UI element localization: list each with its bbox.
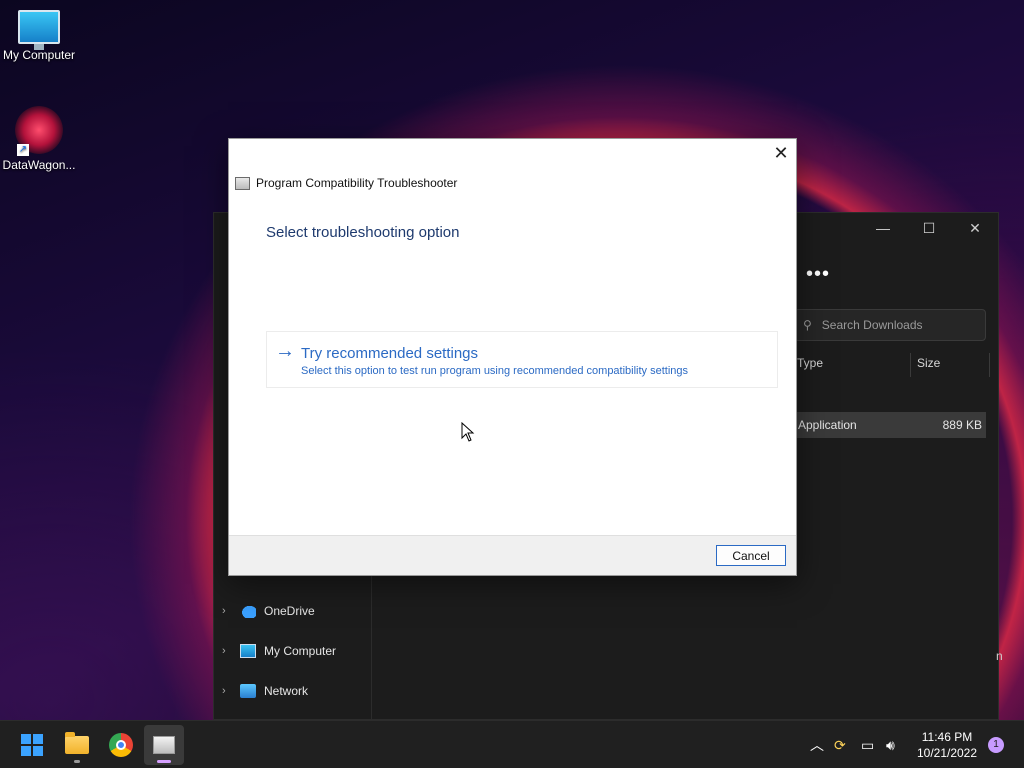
troubleshooter-dialog: ✕ Program Compatibility Troubleshooter S… <box>228 138 797 576</box>
desktop-icon-my-computer[interactable]: My Computer <box>0 10 78 62</box>
dialog-footer: Cancel <box>229 535 796 575</box>
desktop-icon-datawagon[interactable]: ↗ DataWagon... <box>0 106 78 172</box>
clock-time: 11:46 PM <box>921 730 973 744</box>
file-row[interactable]: Application 889 KB <box>792 412 986 438</box>
monitor-icon <box>18 10 60 50</box>
close-button[interactable]: ✕ <box>952 213 998 243</box>
chevron-right-icon[interactable]: › <box>222 605 232 617</box>
file-type: Application <box>798 418 857 432</box>
troubleshooter-icon <box>153 736 175 754</box>
nav-item-label: My Computer <box>264 644 337 658</box>
start-button[interactable] <box>12 725 52 765</box>
more-options-button[interactable]: ••• <box>806 263 830 286</box>
volume-tray[interactable]: 🔊︎ <box>886 721 895 768</box>
column-divider[interactable] <box>910 353 911 377</box>
network-icon <box>240 684 256 698</box>
running-indicator <box>74 760 80 763</box>
nav-item-label: OneDrive <box>264 604 315 618</box>
maximize-button[interactable]: ☐ <box>906 213 952 243</box>
minimize-button[interactable]: — <box>860 213 906 243</box>
troubleshooter-icon <box>235 176 250 190</box>
datawagon-icon: ↗ <box>15 106 63 156</box>
column-header-size[interactable]: Size <box>917 356 940 370</box>
chevron-right-icon[interactable]: › <box>222 685 232 697</box>
nav-item-onedrive[interactable]: › OneDrive <box>222 601 315 621</box>
nav-item-label: Network <box>264 684 309 698</box>
monitor-icon <box>240 644 256 658</box>
navigation-pane: › OneDrive › My Computer › Network <box>214 573 372 721</box>
partial-text: n <box>996 649 1003 663</box>
option-description: Select this option to test run program u… <box>301 365 689 377</box>
file-size: 889 KB <box>942 418 982 432</box>
chrome-icon <box>109 733 133 757</box>
chevron-right-icon[interactable]: › <box>222 645 232 657</box>
shortcut-arrow-icon: ↗ <box>17 144 29 156</box>
folder-icon <box>65 732 89 754</box>
taskbar: ︿ ⟳ ▭ 🔊︎ 11:46 PM 10/21/2022 1 <box>0 720 1024 768</box>
clock[interactable]: 11:46 PM 10/21/2022 <box>912 729 982 761</box>
search-icon: ⚲ <box>803 318 812 332</box>
nav-item-my-computer[interactable]: › My Computer <box>222 641 336 661</box>
notification-badge[interactable]: 1 <box>988 737 1004 753</box>
onedrive-icon <box>240 604 256 618</box>
column-header-type[interactable]: Type <box>797 356 823 370</box>
page-heading: Select troubleshooting option <box>266 224 460 241</box>
desktop-icon-label: DataWagon... <box>2 158 76 172</box>
speaker-icon: 🔊︎ <box>886 736 895 753</box>
close-icon[interactable]: ✕ <box>766 139 796 167</box>
cancel-button[interactable]: Cancel <box>716 545 786 566</box>
active-indicator <box>157 760 171 763</box>
taskbar-file-explorer[interactable] <box>57 725 97 765</box>
taskbar-chrome[interactable] <box>101 725 141 765</box>
try-recommended-settings-option[interactable]: → Try recommended settings Select this o… <box>266 331 778 388</box>
taskbar-troubleshooter[interactable] <box>144 725 184 765</box>
network-tray[interactable]: ▭ <box>861 721 874 768</box>
search-placeholder: Search Downloads <box>821 318 923 332</box>
dialog-title-text: Program Compatibility Troubleshooter <box>256 176 458 190</box>
nav-item-network[interactable]: › Network <box>222 681 308 701</box>
mouse-cursor-icon <box>461 422 475 442</box>
sync-status-tray[interactable]: ⟳ <box>834 721 846 768</box>
arrow-right-icon: → <box>275 340 295 362</box>
search-input[interactable]: ⚲ Search Downloads <box>794 309 986 341</box>
desktop-icon-label: My Computer <box>2 48 76 62</box>
network-icon: ▭ <box>861 736 875 753</box>
show-hidden-icons-button[interactable]: ︿ <box>810 721 824 768</box>
windows-logo-icon <box>21 734 43 756</box>
option-title: Try recommended settings <box>301 345 479 362</box>
sync-icon: ⟳ <box>834 736 846 753</box>
dialog-title: Program Compatibility Troubleshooter <box>235 176 457 190</box>
explorer-titlebar: — ☐ ✕ <box>798 213 998 243</box>
chevron-up-icon: ︿ <box>810 737 824 753</box>
column-divider[interactable] <box>989 353 990 377</box>
clock-date: 10/21/2022 <box>916 746 978 760</box>
